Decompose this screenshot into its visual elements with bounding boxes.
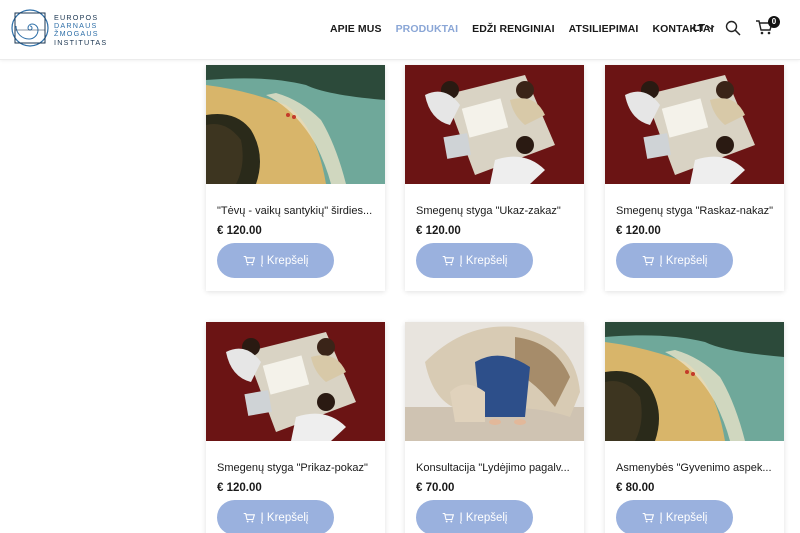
add-to-cart-label: Į Krepšelį bbox=[260, 254, 309, 267]
product-card: "Tėvų - vaikų santykių" širdies... € 120… bbox=[206, 65, 385, 291]
product-title[interactable]: Smegenų styga "Prikaz-pokaz" bbox=[217, 462, 377, 474]
logo-line-4: INSTITUTAS bbox=[54, 37, 108, 47]
product-image-beach[interactable] bbox=[206, 65, 385, 184]
nav-item-apie-mus[interactable]: APIE MUS bbox=[330, 23, 382, 35]
product-price: € 120.00 bbox=[217, 482, 262, 494]
cart-icon bbox=[442, 512, 454, 523]
product-card: Smegenų styga "Prikaz-pokaz" € 120.00 Į … bbox=[206, 322, 385, 533]
nav-item-atsiliepimai[interactable]: ATSILIEPIMAI bbox=[569, 23, 639, 35]
search-icon[interactable] bbox=[725, 20, 741, 36]
product-price: € 120.00 bbox=[416, 225, 461, 237]
product-title[interactable]: Konsultacija "Lydėjimo pagalv... bbox=[416, 462, 576, 474]
product-title[interactable]: Smegenų styga "Raskaz-nakaz" bbox=[616, 205, 776, 217]
add-to-cart-button[interactable]: Į Krepšelį bbox=[217, 243, 334, 278]
product-card: Asmenybės "Gyvenimo aspek... € 80.00 Į K… bbox=[605, 322, 784, 533]
add-to-cart-button[interactable]: Į Krepšelį bbox=[616, 500, 733, 533]
site-header: EUROPOS DARNAUS ŽMOGAUS INSTITUTAS APIE … bbox=[0, 0, 800, 60]
product-image-meeting[interactable] bbox=[605, 65, 784, 184]
site-logo[interactable]: EUROPOS DARNAUS ŽMOGAUS INSTITUTAS bbox=[10, 8, 110, 50]
logo-spiral-icon bbox=[11, 9, 49, 47]
add-to-cart-label: Į Krepšelį bbox=[659, 511, 708, 524]
product-title[interactable]: "Tėvų - vaikų santykių" širdies... bbox=[217, 205, 377, 217]
nav-item-produktai[interactable]: PRODUKTAI bbox=[396, 23, 459, 35]
logo-text: EUROPOS DARNAUS ŽMOGAUS INSTITUTAS bbox=[54, 13, 108, 47]
chevron-down-icon bbox=[707, 25, 715, 30]
product-price: € 80.00 bbox=[616, 482, 655, 494]
product-card: Konsultacija "Lydėjimo pagalv... € 70.00… bbox=[405, 322, 584, 533]
cart-icon bbox=[642, 512, 654, 523]
cart-icon bbox=[243, 255, 255, 266]
product-card: Smegenų styga "Raskaz-nakaz" € 120.00 Į … bbox=[605, 65, 784, 291]
product-price: € 70.00 bbox=[416, 482, 455, 494]
add-to-cart-button[interactable]: Į Krepšelį bbox=[616, 243, 733, 278]
product-card: Smegenų styga "Ukaz-zakaz" € 120.00 Į Kr… bbox=[405, 65, 584, 291]
product-image-pillows[interactable] bbox=[405, 322, 584, 441]
cart-icon bbox=[642, 255, 654, 266]
add-to-cart-label: Į Krepšelį bbox=[459, 511, 508, 524]
add-to-cart-button[interactable]: Į Krepšelį bbox=[416, 500, 533, 533]
add-to-cart-label: Į Krepšelį bbox=[659, 254, 708, 267]
language-selector[interactable]: LT bbox=[693, 22, 715, 34]
main-navigation: APIE MUS PRODUKTAI EDŽI RENGINIAI ATSILI… bbox=[330, 21, 728, 37]
product-title[interactable]: Asmenybės "Gyvenimo aspek... bbox=[616, 462, 776, 474]
cart-count-badge: 0 bbox=[768, 16, 780, 28]
cart-icon bbox=[442, 255, 454, 266]
product-image-meeting[interactable] bbox=[206, 322, 385, 441]
cart-icon bbox=[243, 512, 255, 523]
add-to-cart-button[interactable]: Į Krepšelį bbox=[217, 500, 334, 533]
product-image-beach[interactable] bbox=[605, 322, 784, 441]
add-to-cart-label: Į Krepšelį bbox=[260, 511, 309, 524]
add-to-cart-label: Į Krepšelį bbox=[459, 254, 508, 267]
product-price: € 120.00 bbox=[217, 225, 262, 237]
nav-item-edzi-renginiai[interactable]: EDŽI RENGINIAI bbox=[472, 23, 555, 35]
add-to-cart-button[interactable]: Į Krepšelį bbox=[416, 243, 533, 278]
product-title[interactable]: Smegenų styga "Ukaz-zakaz" bbox=[416, 205, 576, 217]
product-price: € 120.00 bbox=[616, 225, 661, 237]
product-image-meeting[interactable] bbox=[405, 65, 584, 184]
language-label: LT bbox=[693, 22, 706, 34]
